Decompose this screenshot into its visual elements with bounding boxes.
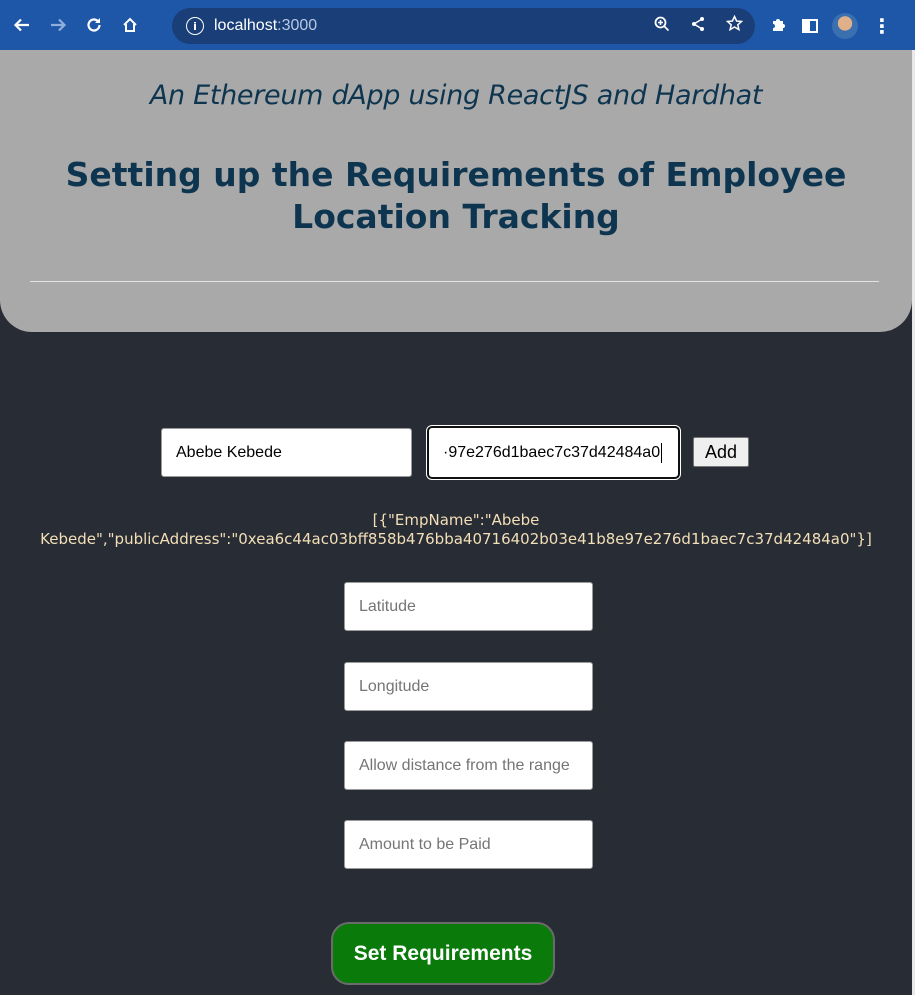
home-icon[interactable]: [112, 7, 148, 43]
set-requirements-button[interactable]: Set Requirements: [331, 922, 555, 985]
profile-avatar[interactable]: [832, 13, 858, 39]
forward-arrow-icon[interactable]: [40, 7, 76, 43]
page-header: An Ethereum dApp using ReactJS and Hardh…: [0, 50, 912, 332]
browser-toolbar: i localhost:3000 ⋮: [0, 0, 915, 50]
url-port: :3000: [277, 17, 318, 34]
amount-input[interactable]: Amount to be Paid: [344, 820, 593, 869]
latitude-input[interactable]: Latitude: [344, 582, 593, 631]
employee-address-input[interactable]: ·97e276d1baec7c37d42484a0: [426, 425, 681, 480]
share-icon[interactable]: [690, 16, 706, 37]
side-panel-icon[interactable]: [802, 19, 818, 33]
zoom-icon[interactable]: [654, 16, 670, 37]
extensions-icon[interactable]: [770, 15, 788, 38]
reload-icon[interactable]: [76, 7, 112, 43]
address-bar[interactable]: i localhost:3000: [172, 8, 755, 44]
header-divider: [30, 281, 879, 282]
page-subtitle: An Ethereum dApp using ReactJS and Hardh…: [149, 80, 763, 111]
employee-address-value: ·97e276d1baec7c37d42484a0: [443, 443, 661, 461]
info-icon[interactable]: i: [186, 17, 204, 35]
allowed-distance-input[interactable]: Allow distance from the range: [344, 741, 593, 790]
url-host: localhost: [214, 17, 278, 34]
employees-json-output: [{"EmpName":"Abebe Kebede","publicAddres…: [40, 511, 872, 548]
text-caret: [661, 442, 663, 463]
bookmark-star-icon[interactable]: [725, 14, 744, 37]
add-employee-button[interactable]: Add: [693, 437, 749, 467]
page-title: Setting up the Requirements of Employee …: [65, 155, 847, 236]
back-arrow-icon[interactable]: [4, 7, 40, 43]
employee-name-input[interactable]: Abebe Kebede: [161, 428, 412, 477]
menu-kebab-icon[interactable]: ⋮: [872, 14, 892, 38]
longitude-input[interactable]: Longitude: [344, 662, 593, 711]
